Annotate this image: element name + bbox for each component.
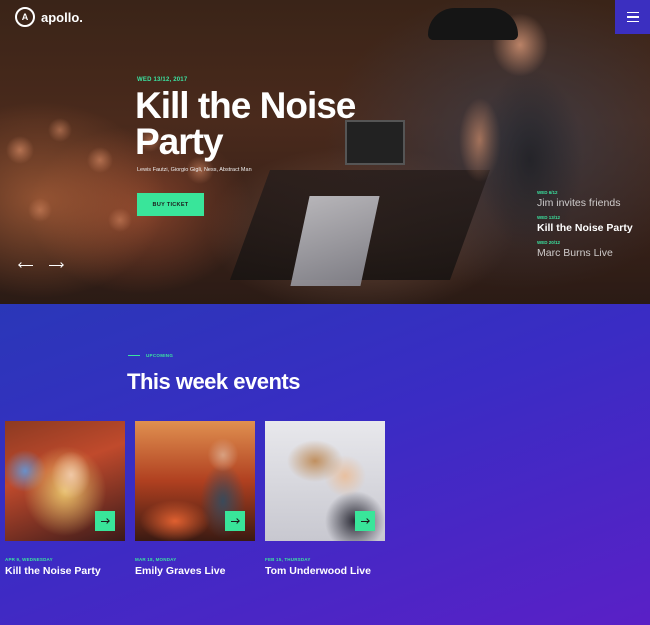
hamburger-icon-line	[626, 16, 639, 18]
side-event-item-active[interactable]: WED 13/12 Kill the Noise Party	[537, 215, 647, 234]
side-event-list: WED 6/12 Jim invites friends WED 13/12 K…	[537, 190, 647, 265]
event-card-arrow-button[interactable]	[355, 511, 375, 531]
event-card-arrow-button[interactable]	[95, 511, 115, 531]
event-card-date: MAR 18, MONDAY	[135, 557, 177, 562]
event-card-title[interactable]: Kill the Noise Party	[5, 565, 125, 577]
hero-title: Kill the Noise Party	[135, 85, 356, 162]
logo-icon: A	[15, 7, 35, 27]
arrow-right-icon	[361, 520, 369, 522]
event-card-date: APR 9, WEDNESDAY	[5, 557, 53, 562]
section-eyebrow: UPCOMING	[128, 353, 173, 358]
event-card-title[interactable]: Tom Underwood Live	[265, 565, 385, 577]
arrow-right-icon[interactable]	[49, 262, 63, 268]
menu-button[interactable]	[615, 0, 650, 34]
hero-artists: Lewis Fautzi, Giorgio Gigli, Ness, Abstr…	[137, 167, 252, 173]
side-event-date: WED 6/12	[537, 190, 558, 195]
hamburger-icon	[626, 11, 639, 14]
eyebrow-divider	[128, 355, 140, 356]
hero-date: WED 13/12, 2017	[137, 77, 188, 83]
section-title: This week events	[127, 369, 300, 394]
event-card-title[interactable]: Emily Graves Live	[135, 565, 255, 577]
event-card-date: FEB 15, THURSDAY	[265, 557, 311, 562]
side-event-item[interactable]: WED 20/12 Marc Burns Live	[537, 240, 647, 259]
side-event-name: Marc Burns Live	[537, 247, 613, 259]
event-card-image[interactable]	[135, 421, 255, 541]
arrow-right-icon	[101, 520, 109, 522]
event-card[interactable]: APR 9, WEDNESDAY Kill the Noise Party	[5, 421, 125, 577]
event-card[interactable]: FEB 15, THURSDAY Tom Underwood Live	[265, 421, 385, 577]
hero-dj-hat-image	[428, 8, 518, 40]
side-event-date: WED 20/12	[537, 240, 561, 245]
hero-slider: A apollo. WED 13/12, 2017 Kill the Noise…	[0, 0, 650, 304]
slider-arrows	[19, 262, 63, 268]
eyebrow-label: UPCOMING	[146, 353, 174, 358]
side-event-name: Jim invites friends	[537, 197, 621, 209]
week-events-section: UPCOMING This week events APR 9, WEDNESD…	[0, 304, 650, 625]
event-card-arrow-button[interactable]	[225, 511, 245, 531]
side-event-date: WED 13/12	[537, 215, 561, 220]
side-event-name: Kill the Noise Party	[537, 222, 633, 234]
side-event-item[interactable]: WED 6/12 Jim invites friends	[537, 190, 647, 209]
event-card-image[interactable]	[5, 421, 125, 541]
logo-link[interactable]: A apollo.	[15, 7, 83, 27]
arrow-left-icon[interactable]	[19, 262, 33, 268]
event-card-image[interactable]	[265, 421, 385, 541]
logo-text: apollo.	[41, 9, 83, 25]
buy-ticket-button[interactable]: BUY TICKET	[137, 193, 204, 216]
arrow-right-icon	[231, 520, 239, 522]
event-card[interactable]: MAR 18, MONDAY Emily Graves Live	[135, 421, 255, 577]
hamburger-icon-line	[626, 20, 639, 23]
